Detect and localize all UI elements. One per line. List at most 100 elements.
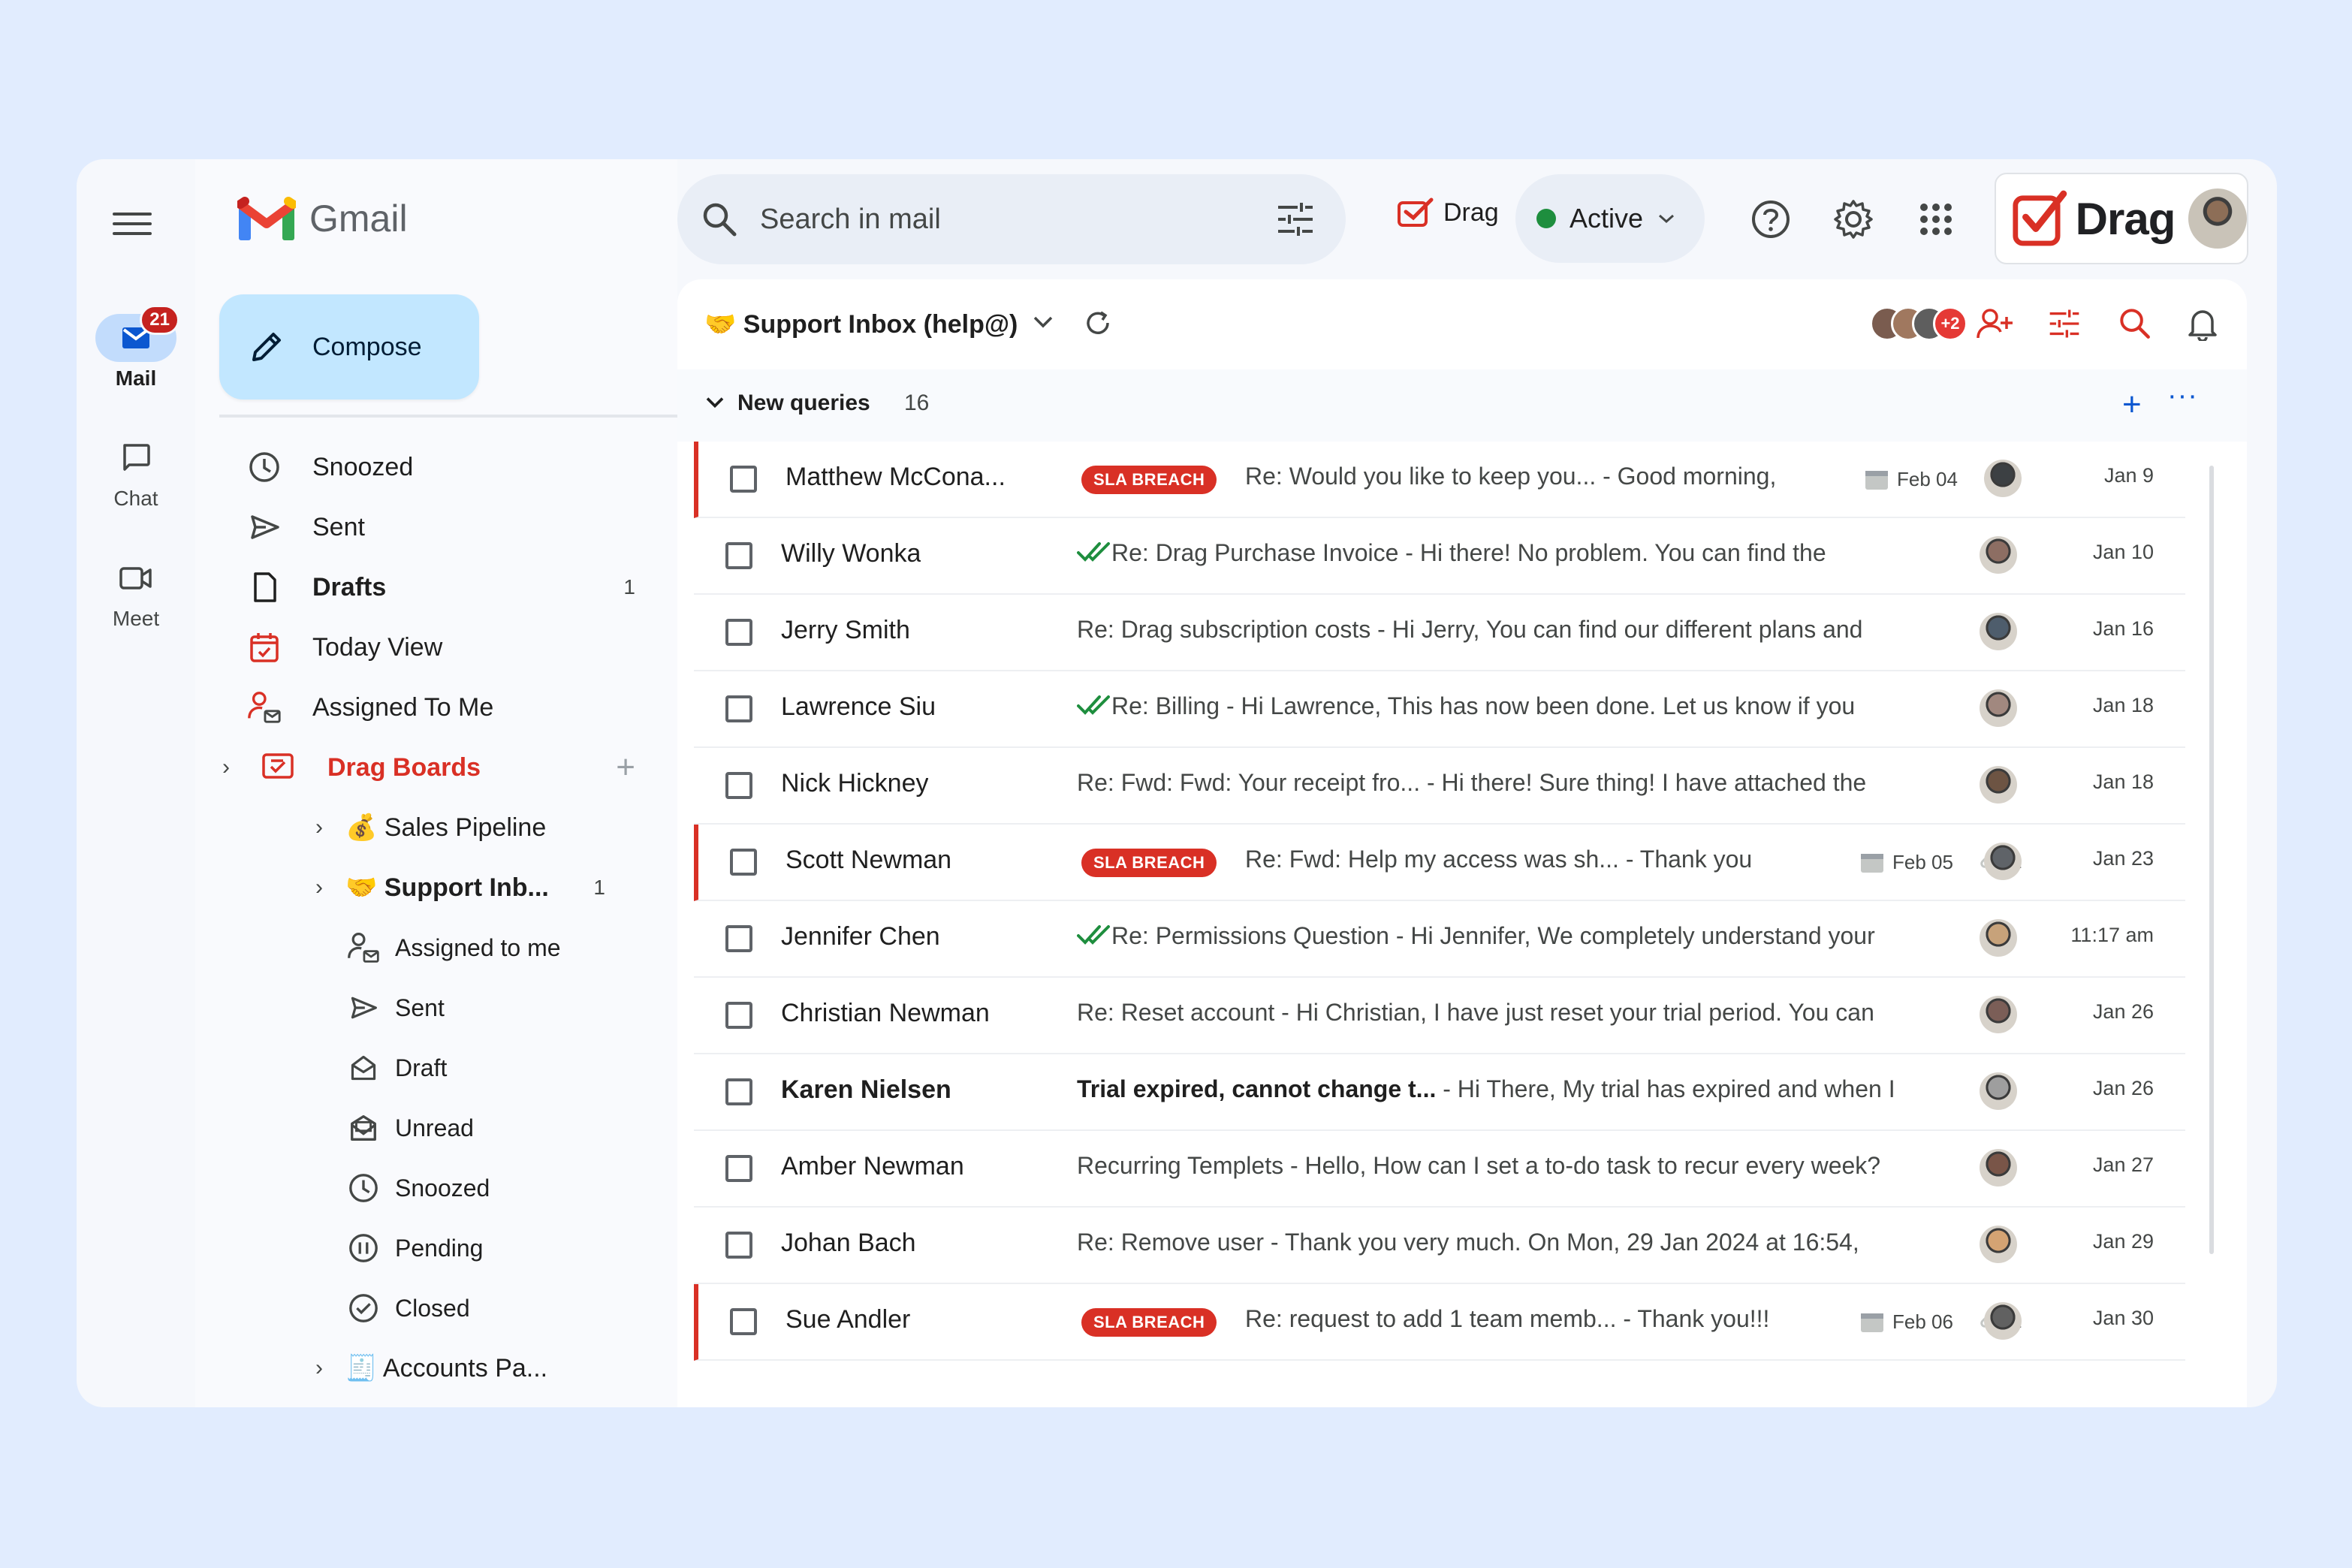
assignee-avatar[interactable] — [1980, 613, 2017, 650]
assignee-avatar[interactable] — [1980, 1226, 2017, 1263]
email-row[interactable]: Johan Bach Re: Remove user - Thank you ve… — [694, 1208, 2185, 1284]
email-row[interactable]: Jerry Smith Re: Drag subscription costs -… — [694, 595, 2185, 671]
email-subject: Re: Reset account - Hi Christian, I have… — [1077, 999, 1874, 1026]
chevron-right-icon[interactable]: › — [315, 1355, 323, 1381]
add-board-button[interactable]: + — [616, 749, 635, 786]
email-date: Jan 27 — [2092, 1153, 2154, 1176]
email-row[interactable]: Jennifer Chen Re: Permissions Question - … — [694, 901, 2185, 978]
drag-brand-button[interactable]: Drag — [1995, 173, 2248, 264]
sidebar-item-sales-pipeline[interactable]: › 💰 Sales Pipeline — [195, 798, 677, 858]
search-icon[interactable] — [2118, 306, 2152, 345]
row-checkbox[interactable] — [730, 1308, 757, 1335]
assignee-avatar[interactable] — [1980, 536, 2017, 574]
email-sender: Amber Newman — [781, 1152, 964, 1181]
email-row[interactable]: Lawrence Siu Re: Billing - Hi Lawrence, T… — [694, 671, 2185, 748]
sidebar-item-draft-sub[interactable]: Draft — [195, 1038, 677, 1098]
refresh-icon[interactable] — [1083, 308, 1113, 342]
row-checkbox[interactable] — [725, 542, 752, 569]
email-row[interactable]: Scott Newman SLA BREACH Re: Fwd: Help my a… — [694, 825, 2185, 901]
due-date[interactable]: Feb 05 — [1859, 850, 1953, 874]
chevron-down-icon[interactable] — [1032, 314, 1054, 334]
rail-mail[interactable]: 21 Mail — [77, 305, 195, 390]
sidebar-item-snoozed-sub[interactable]: Snoozed — [195, 1158, 677, 1218]
sidebar-item-label: Today View — [312, 632, 443, 662]
assignee-avatar[interactable] — [1980, 689, 2017, 727]
apps-grid-icon[interactable] — [1913, 197, 1958, 242]
drag-chip[interactable]: Drag — [1397, 197, 1499, 228]
sidebar-item-today-view[interactable]: Today View — [195, 617, 677, 677]
more-options-icon[interactable]: ··· — [2167, 380, 2198, 412]
email-row[interactable]: Christian Newman Re: Reset account - Hi C… — [694, 978, 2185, 1054]
sidebar-item-pending-sub[interactable]: Pending — [195, 1218, 677, 1278]
sidebar-item-accounts-payable[interactable]: › 🧾 Accounts Pa... — [195, 1338, 677, 1398]
sidebar-item-assigned-to-me[interactable]: Assigned To Me — [195, 677, 677, 737]
sidebar-item-label: Closed — [395, 1294, 470, 1322]
scrollbar[interactable] — [2209, 466, 2214, 1254]
search-input[interactable]: Search in mail — [760, 204, 941, 236]
main-menu-button[interactable] — [113, 204, 152, 243]
sidebar-item-label: 🤝 Support Inb... — [345, 873, 549, 902]
section-header[interactable]: New queries 16 + ··· — [677, 369, 2247, 442]
gmail-logo[interactable]: Gmail — [237, 197, 408, 240]
add-item-button[interactable]: + — [2122, 386, 2142, 424]
unread-icon — [345, 1110, 381, 1146]
sidebar-item-snoozed[interactable]: Snoozed — [195, 437, 677, 497]
assignee-avatar[interactable] — [1980, 996, 2017, 1033]
sidebar-item-sent-sub[interactable]: Sent — [195, 978, 677, 1038]
row-checkbox[interactable] — [725, 1155, 752, 1182]
email-row[interactable]: Nick Hickney Re: Fwd: Fwd: Your receipt f… — [694, 748, 2185, 825]
inbox-title[interactable]: 🤝 Support Inbox (help@) — [704, 309, 1018, 339]
chevron-right-icon[interactable]: › — [315, 875, 323, 900]
email-row[interactable]: Sue Andler SLA BREACH Re: request to add 1… — [694, 1284, 2185, 1361]
row-checkbox[interactable] — [725, 619, 752, 646]
assignee-avatar[interactable] — [1980, 766, 2017, 804]
filter-icon[interactable] — [2049, 308, 2080, 343]
sidebar-item-sent[interactable]: Sent — [195, 497, 677, 557]
due-date[interactable]: Feb 06 — [1859, 1310, 1953, 1334]
sidebar-item-closed-sub[interactable]: Closed — [195, 1278, 677, 1338]
compose-button[interactable]: Compose — [219, 294, 479, 400]
user-avatar[interactable] — [2188, 188, 2247, 249]
chevron-right-icon[interactable]: › — [222, 755, 230, 780]
rail-chat[interactable]: Chat — [77, 434, 195, 511]
search-icon[interactable] — [700, 200, 739, 243]
sidebar-item-assigned-to-me-sub[interactable]: Assigned to me — [195, 918, 677, 978]
row-checkbox[interactable] — [725, 1232, 752, 1259]
row-checkbox[interactable] — [730, 466, 757, 493]
team-avatars[interactable]: +2 — [1870, 306, 1968, 342]
sidebar-item-drag-boards[interactable]: › Drag Boards + — [195, 737, 677, 798]
rail-meet[interactable]: Meet — [77, 554, 195, 631]
row-checkbox[interactable] — [725, 1002, 752, 1029]
row-checkbox[interactable] — [725, 1078, 752, 1105]
due-date[interactable]: Feb 04 — [1864, 467, 1958, 491]
assignee-avatar[interactable] — [1980, 919, 2017, 957]
assignee-avatar[interactable] — [1980, 1072, 2017, 1110]
row-checkbox[interactable] — [730, 849, 757, 876]
sidebar-item-unread-sub[interactable]: Unread — [195, 1098, 677, 1158]
email-row[interactable]: Amber Newman Recurring Templets - Hello, … — [694, 1131, 2185, 1208]
sidebar-item-support-inbox[interactable]: › 🤝 Support Inb... 1 — [195, 858, 677, 918]
settings-gear-icon[interactable] — [1831, 197, 1876, 242]
row-checkbox[interactable] — [725, 695, 752, 722]
help-icon[interactable] — [1748, 197, 1793, 242]
assignee-avatar[interactable] — [1984, 843, 2022, 880]
row-checkbox[interactable] — [725, 772, 752, 799]
email-sender: Jennifer Chen — [781, 922, 940, 951]
email-row[interactable]: Karen Nielsen Trial expired, cannot chang… — [694, 1054, 2185, 1131]
email-date: Jan 23 — [2092, 847, 2154, 870]
chevron-down-icon[interactable] — [704, 395, 725, 414]
chevron-right-icon[interactable]: › — [315, 815, 323, 840]
search-options-icon[interactable] — [1277, 201, 1314, 241]
assignee-avatar[interactable] — [1980, 1149, 2017, 1187]
search-bar[interactable]: Search in mail — [677, 174, 1346, 264]
email-row[interactable]: Willy Wonka Re: Drag Purchase Invoice - H… — [694, 518, 2185, 595]
assignee-avatar[interactable] — [1984, 1302, 2022, 1340]
status-dropdown[interactable]: Active — [1515, 174, 1705, 263]
bell-icon[interactable] — [2187, 306, 2218, 345]
sidebar-item-drafts[interactable]: Drafts 1 — [195, 557, 677, 617]
add-member-icon[interactable] — [1977, 306, 2014, 345]
assignee-avatar[interactable] — [1984, 460, 2022, 497]
email-row[interactable]: Matthew McCona... SLA BREACH Re: Would you… — [694, 442, 2185, 518]
email-sender: Sue Andler — [786, 1305, 911, 1334]
row-checkbox[interactable] — [725, 925, 752, 952]
